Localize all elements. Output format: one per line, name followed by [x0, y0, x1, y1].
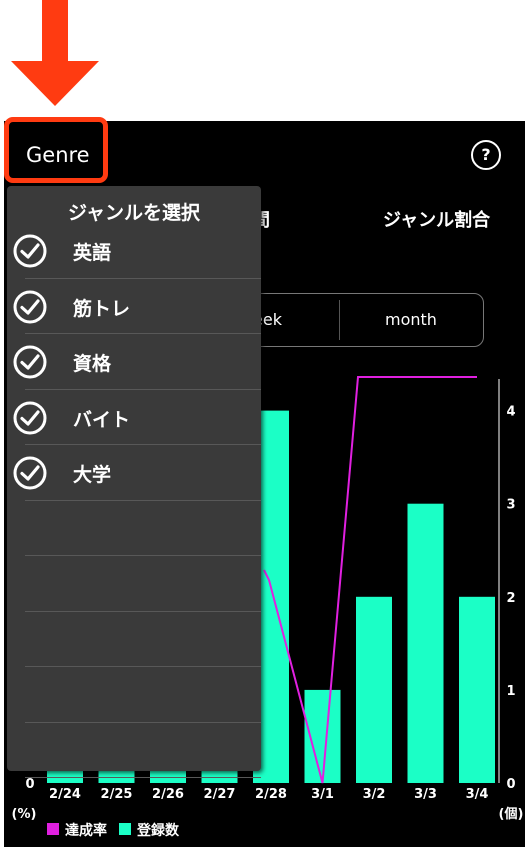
checkmark-circle-icon[interactable] [13, 290, 47, 324]
genre-option-row[interactable]: バイト [7, 390, 261, 445]
x-tick-label: 2/27 [204, 787, 236, 802]
genre-select-dropdown: ジャンルを選択 英語筋トレ資格バイト大学 [7, 186, 261, 778]
genre-option-row[interactable]: 資格 [7, 334, 261, 389]
dropdown-separator [25, 555, 261, 556]
dropdown-separator [25, 610, 261, 612]
x-tick-label: 2/24 [49, 787, 81, 802]
right-tick-label: 3 [506, 498, 515, 513]
genre-option-label: 筋トレ [73, 297, 131, 320]
genre-option-label: 大学 [73, 464, 112, 486]
x-tick-label: 3/2 [363, 787, 386, 802]
chart-bar [356, 596, 392, 783]
legend-label-rate: 達成率 [65, 823, 107, 839]
x-tick-label: 2/25 [101, 787, 133, 802]
left-tick-label: 0 [25, 777, 34, 792]
checkmark-circle-icon[interactable] [13, 456, 47, 490]
x-tick-label: 2/26 [152, 787, 184, 802]
checkmark-circle-icon[interactable] [13, 345, 47, 379]
genre-option-label: 資格 [73, 353, 112, 375]
dropdown-separator [25, 444, 261, 445]
genre-option-label: 英語 [73, 242, 112, 264]
dropdown-separator [25, 777, 261, 778]
genre-option-row[interactable]: 筋トレ [7, 279, 261, 334]
legend-swatch-count [119, 823, 131, 835]
highlight-box [4, 117, 108, 183]
right-axis-unit: (個) [499, 806, 524, 822]
right-tick-label: 2 [506, 591, 515, 606]
pointer-arrow-icon [11, 0, 99, 106]
left-axis-unit: (%) [12, 807, 37, 822]
genre-option-row[interactable]: 英語 [7, 223, 261, 278]
x-tick-label: 3/3 [414, 787, 437, 802]
legend-swatch-rate [47, 823, 59, 835]
tab-genre-ratio[interactable]: ジャンル割合 [383, 206, 490, 232]
checkmark-circle-icon[interactable] [13, 401, 47, 435]
chart-bar [459, 596, 495, 783]
dropdown-separator [25, 388, 261, 390]
dropdown-separator [25, 721, 261, 723]
period-month[interactable]: month [385, 310, 437, 329]
dropdown-separator [25, 333, 261, 334]
dropdown-separator [25, 277, 261, 279]
genre-option-row[interactable]: 大学 [7, 445, 261, 500]
right-tick-label: 1 [506, 684, 515, 699]
legend-label-count: 登録数 [137, 823, 179, 839]
dropdown-title: ジャンルを選択 [67, 202, 201, 224]
dropdown-separator [25, 499, 261, 501]
dropdown-separator [25, 666, 261, 667]
checkmark-circle-icon[interactable] [13, 234, 47, 268]
genre-option-label: バイト [73, 408, 131, 431]
chart-bar [407, 503, 444, 783]
period-divider [339, 300, 340, 340]
x-tick-label: 3/1 [311, 787, 334, 802]
x-tick-label: 2/28 [255, 787, 287, 802]
right-tick-label: 0 [506, 777, 515, 792]
help-icon[interactable]: ? [471, 140, 501, 170]
x-tick-label: 3/4 [466, 787, 489, 802]
right-tick-label: 4 [506, 405, 515, 420]
